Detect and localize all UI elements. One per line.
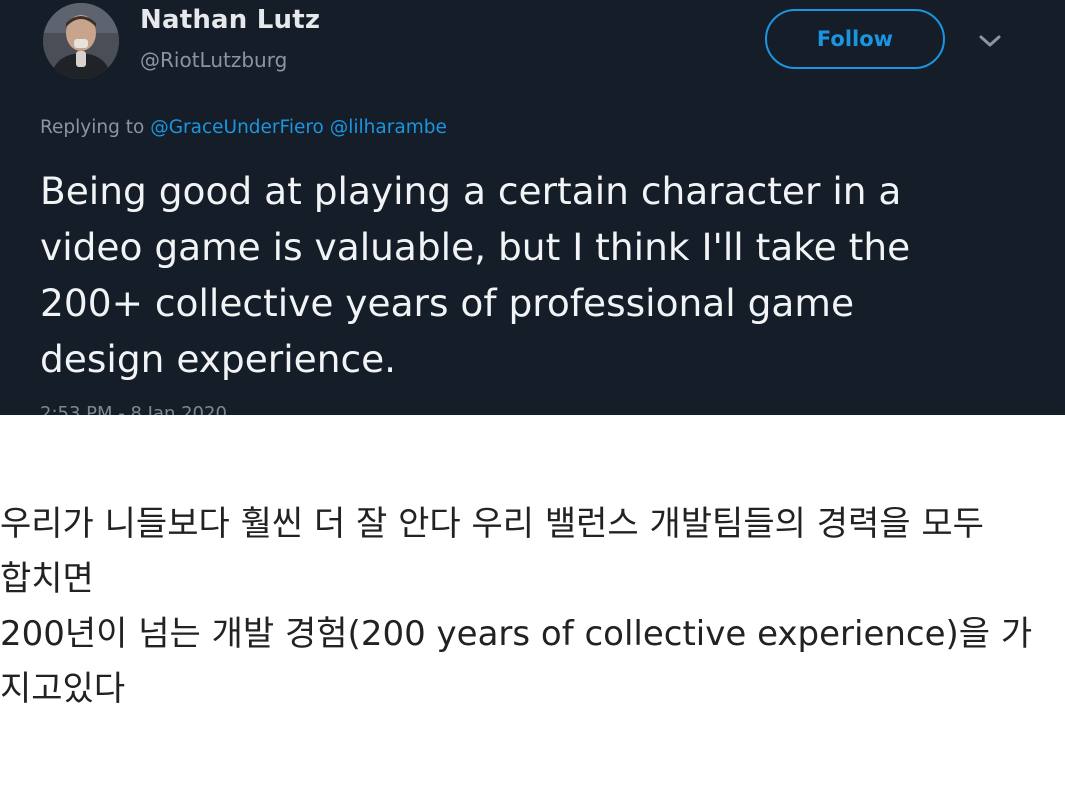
tweet-text-line: 200+ collective years of professional ga… (40, 281, 855, 325)
tweet-timestamp[interactable]: 2:53 PM - 8 Jan 2020 (40, 403, 227, 415)
tweet-card: Nathan Lutz @RiotLutzburg Follow Replyin… (0, 0, 1065, 415)
caption-line: 200년이 넘는 개발 경험(200 years of collective e… (0, 614, 1033, 654)
caption-line: 합치면 (0, 559, 94, 599)
replying-prefix: Replying to (40, 117, 145, 138)
follow-button[interactable]: Follow (765, 9, 945, 69)
avatar-photo (43, 3, 119, 79)
display-name[interactable]: Nathan Lutz (140, 5, 320, 35)
mention-link-graceunderfiero[interactable]: @GraceUnderFiero (150, 117, 324, 138)
tweet-text-line: design experience. (40, 337, 397, 381)
tweet-text-line: Being good at playing a certain characte… (40, 169, 902, 213)
user-avatar[interactable] (43, 3, 119, 79)
replying-to-line: Replying to @GraceUnderFiero @lilharambe (40, 117, 447, 138)
tweet-text-line: video game is valuable, but I think I'll… (40, 225, 911, 269)
tweet-body: Being good at playing a certain characte… (40, 163, 1050, 387)
caption-line: 우리가 니들보다 훨씬 더 잘 안다 우리 밸런스 개발팀들의 경력을 모두 (0, 504, 984, 544)
mention-link-lilharambe[interactable]: @lilharambe (330, 117, 447, 138)
chevron-down-icon[interactable] (976, 30, 1004, 52)
korean-caption: 우리가 니들보다 훨씬 더 잘 안다 우리 밸런스 개발팀들의 경력을 모두 합… (0, 497, 1065, 717)
caption-line: 지고있다 (0, 669, 126, 709)
user-handle[interactable]: @RiotLutzburg (140, 48, 287, 72)
